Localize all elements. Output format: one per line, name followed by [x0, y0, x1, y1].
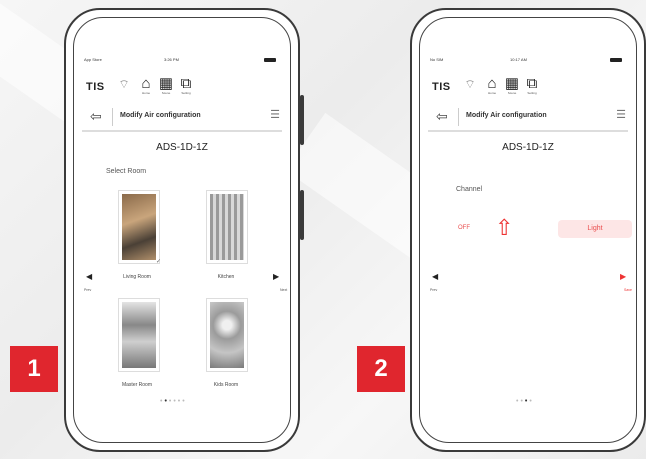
- save-label: Save: [624, 288, 632, 292]
- status-bar: No SIM 10:17 AM: [430, 56, 626, 66]
- screen-2: No SIM 10:17 AM TIS ⌔ ⌂ Home ▦ Scene ⧉ Sett…: [419, 17, 637, 443]
- device-name: ADS-1D-1Z: [156, 142, 208, 153]
- toggle-light-label[interactable]: Light: [558, 220, 632, 238]
- scene-icon[interactable]: ▦ Scene: [504, 76, 520, 96]
- room-name: Master Room: [121, 382, 152, 388]
- prev-arrow-icon[interactable]: ◀: [432, 272, 438, 281]
- room-image: [122, 194, 156, 260]
- battery-icon: [264, 58, 276, 62]
- battery-icon: [610, 58, 622, 62]
- setting-icon[interactable]: ⧉ Setting: [178, 76, 194, 96]
- top-nav: TIS ⌔ ⌂ Home ▦ Scene ⧉ Setting: [428, 74, 628, 100]
- carrier-text: App Store: [84, 57, 102, 62]
- room-name: Kids Room: [213, 382, 239, 388]
- device-name: ADS-1D-1Z: [502, 142, 554, 153]
- prev-arrow-icon[interactable]: ◀: [86, 272, 92, 281]
- divider: [458, 108, 459, 126]
- room-name: Living Room: [123, 274, 151, 280]
- prev-label: Prev: [84, 288, 92, 292]
- page-title: Modify Air configuration: [466, 112, 547, 119]
- room-card-master[interactable]: [118, 298, 160, 372]
- page-title: Modify Air configuration: [120, 112, 201, 119]
- channel-toggle[interactable]: OFF ⇧ Light: [440, 214, 632, 244]
- prev-label: Prev: [430, 288, 438, 292]
- room-card-living[interactable]: ✓: [118, 190, 161, 265]
- room-image: [122, 302, 156, 368]
- divider: [112, 108, 113, 126]
- clock-text: 10:17 AM: [510, 57, 527, 62]
- title-bar: ⇦ Modify Air configuration ☰: [82, 104, 282, 132]
- scene-icon[interactable]: ▦ Scene: [158, 76, 174, 96]
- side-button: [300, 190, 304, 240]
- select-room-label: Select Room: [106, 168, 147, 175]
- page-indicator: ••••••: [160, 398, 187, 405]
- step-badge-2: 2: [357, 346, 405, 392]
- app-logo: TIS: [432, 81, 451, 93]
- next-arrow-icon[interactable]: ▶: [273, 272, 279, 281]
- clock-text: 3:26 PM: [164, 57, 179, 62]
- next-label: Next: [280, 288, 288, 292]
- setting-icon[interactable]: ⧉ Setting: [524, 76, 540, 96]
- toggle-off-label[interactable]: OFF: [458, 225, 470, 231]
- home-icon[interactable]: ⌂ Home: [138, 76, 154, 96]
- screen-1: App Store 3:26 PM TIS ⌔ ⌂ Home ▦ Scene ⧉ Se…: [73, 17, 291, 443]
- home-icon[interactable]: ⌂ Home: [484, 76, 500, 96]
- save-arrow-icon[interactable]: ▶: [620, 272, 626, 281]
- top-nav: TIS ⌔ ⌂ Home ▦ Scene ⧉ Setting: [82, 74, 282, 100]
- phone-2: No SIM 10:17 AM TIS ⌔ ⌂ Home ▦ Scene ⧉ Sett…: [410, 8, 646, 452]
- phone-1: App Store 3:26 PM TIS ⌔ ⌂ Home ▦ Scene ⧉ Se…: [64, 8, 304, 452]
- page-indicator: ••••: [516, 398, 534, 405]
- back-icon[interactable]: ⇦: [436, 108, 448, 125]
- menu-icon[interactable]: ☰: [616, 108, 626, 121]
- room-name: Kitchen: [217, 274, 235, 280]
- room-image: [210, 194, 244, 260]
- wifi-icon: ⌔: [464, 77, 476, 91]
- checkmark-icon: ✓: [155, 259, 161, 265]
- room-card-kitchen[interactable]: [206, 190, 248, 264]
- menu-icon[interactable]: ☰: [270, 108, 280, 121]
- back-icon[interactable]: ⇦: [90, 108, 102, 125]
- status-bar: App Store 3:26 PM: [84, 56, 280, 66]
- title-bar: ⇦ Modify Air configuration ☰: [428, 104, 628, 132]
- carrier-text: No SIM: [430, 57, 444, 62]
- channel-label: Channel: [456, 186, 483, 193]
- up-arrow-icon[interactable]: ⇧: [495, 216, 513, 240]
- step-badge-1: 1: [10, 346, 58, 392]
- app-logo: TIS: [86, 81, 105, 93]
- wifi-icon: ⌔: [118, 77, 130, 91]
- side-button: [300, 95, 304, 145]
- room-image: [210, 302, 244, 368]
- room-card-kids[interactable]: [206, 298, 248, 372]
